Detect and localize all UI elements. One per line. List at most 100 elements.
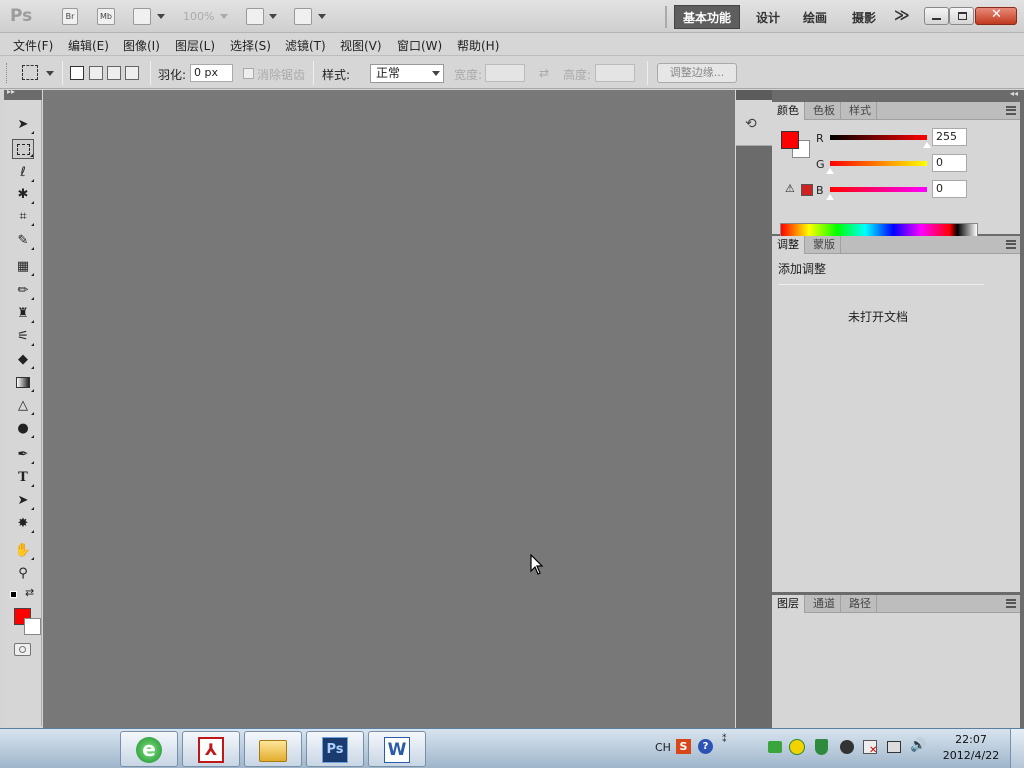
tab-paths[interactable]: 路径 [844,595,877,613]
volume-icon[interactable]: 🔊 [910,738,926,753]
view-extras-dropdown-icon[interactable] [157,14,165,19]
quick-mask-icon[interactable] [14,643,31,656]
zoom-tool-icon[interactable]: ⚲ [12,564,34,584]
new-selection-icon[interactable] [70,66,84,80]
swap-colors-icon[interactable]: ⇄ [25,586,34,599]
default-colors-icon[interactable] [10,591,17,598]
path-selection-tool-icon[interactable]: ➤ [12,491,34,511]
style-select[interactable]: 正常 [370,64,444,83]
internet-explorer-taskbar-button[interactable]: e [120,731,178,767]
security-tray-icon[interactable] [789,739,805,755]
sogou-ime-icon[interactable]: S [676,739,691,754]
shield-tray-icon[interactable] [815,739,828,755]
height-input[interactable] [595,64,635,82]
show-desktop-button[interactable] [1010,729,1024,768]
input-language-indicator[interactable]: CH [655,741,671,754]
panel-menu-icon[interactable] [1006,240,1016,249]
clone-stamp-tool-icon[interactable]: ♜ [12,304,34,324]
tab-color[interactable]: 颜色 [772,102,805,120]
collapse-tools-icon[interactable]: ▸▸ [7,87,15,96]
acrobat-taskbar-button[interactable]: ⅄ [182,731,240,767]
bridge-button[interactable]: Br [62,8,78,25]
hand-tool-icon[interactable]: ✋ [12,541,34,561]
ime-options-icon[interactable]: ⁑ [722,735,727,745]
channel-r-slider[interactable] [830,135,927,140]
mini-bridge-button[interactable]: Mb [97,8,115,25]
panel-menu-icon[interactable] [1006,599,1016,608]
color-spectrum-bar[interactable] [780,223,978,237]
menu-layer[interactable]: 图层(L) [175,37,215,54]
media-tray-icon[interactable] [840,740,854,754]
background-color-swatch[interactable] [24,618,41,635]
move-tool-icon[interactable]: ➤ [12,115,34,135]
workspace-painting[interactable]: 绘画 [803,9,827,26]
channel-g-thumb[interactable] [826,168,834,174]
zoom-dropdown-icon[interactable] [220,14,228,19]
channel-g-input[interactable]: 0 [932,154,967,172]
intersect-selection-icon[interactable] [125,66,139,80]
network-tray-icon[interactable] [887,741,901,753]
menu-edit[interactable]: 编辑(E) [68,37,109,54]
tab-adjustments[interactable]: 调整 [772,236,805,254]
menu-view[interactable]: 视图(V) [340,37,382,54]
menu-image[interactable]: 图像(I) [123,37,160,54]
custom-shape-tool-icon[interactable]: ✸ [12,514,34,534]
tools-panel-header[interactable]: ▸▸ [4,87,42,100]
spot-healing-tool-icon[interactable]: ▦ [12,257,34,277]
gamut-color-swatch[interactable] [801,184,813,196]
gradient-tool-icon[interactable] [12,373,34,393]
marquee-preset-icon[interactable] [22,65,38,80]
restore-button[interactable] [949,7,974,25]
collapse-panels-icon[interactable]: ◂◂ [1010,89,1018,98]
tab-layers[interactable]: 图层 [772,595,805,613]
color-panel-foreground-swatch[interactable] [781,131,799,149]
zoom-level[interactable]: 100% [183,10,214,23]
tab-styles[interactable]: 样式 [844,102,877,120]
menu-window[interactable]: 窗口(W) [397,37,442,54]
document-canvas-area[interactable] [43,90,735,728]
add-selection-icon[interactable] [89,66,103,80]
pen-tool-icon[interactable]: ✒ [12,445,34,465]
channel-b-slider[interactable] [830,187,927,192]
photoshop-taskbar-button[interactable]: Ps [306,731,364,767]
channel-r-input[interactable]: 255 [932,128,967,146]
workspace-design[interactable]: 设计 [756,9,780,26]
channel-b-thumb[interactable] [826,194,834,200]
screen-mode-dropdown-icon[interactable] [318,14,326,19]
workspace-essentials[interactable]: 基本功能 [674,5,740,29]
width-input[interactable] [485,64,525,82]
history-panel-icon[interactable]: ⟲ [745,116,757,132]
menu-filter[interactable]: 滤镜(T) [285,37,326,54]
tab-swatches[interactable]: 色板 [808,102,841,120]
brush-tool-icon[interactable]: ✏ [12,281,34,301]
dodge-tool-icon[interactable]: ● [12,419,34,439]
eraser-tool-icon[interactable]: ◆ [12,350,34,370]
menu-help[interactable]: 帮助(H) [457,37,499,54]
explorer-taskbar-button[interactable] [244,731,302,767]
tab-masks[interactable]: 蒙版 [808,236,841,254]
history-brush-tool-icon[interactable]: ⚟ [12,327,34,347]
word-taskbar-button[interactable]: W [368,731,426,767]
eyedropper-tool-icon[interactable]: ✎ [12,231,34,251]
more-workspaces-icon[interactable]: ≫ [894,6,910,24]
tab-channels[interactable]: 通道 [808,595,841,613]
menu-select[interactable]: 选择(S) [230,37,271,54]
screen-mode-icon[interactable] [294,8,312,25]
options-bar-grip[interactable] [6,63,9,83]
quick-selection-tool-icon[interactable]: ✱ [12,185,34,205]
arrange-documents-icon[interactable] [246,8,264,25]
view-extras-icon[interactable] [133,8,151,25]
ime-help-icon[interactable]: ? [698,739,713,754]
out-of-gamut-warning-icon[interactable]: ⚠ [785,182,795,195]
rectangular-marquee-tool-icon[interactable] [12,139,34,159]
workspace-photography[interactable]: 摄影 [852,9,876,26]
system-clock[interactable]: 22:07 2012/4/22 [940,732,1002,764]
tool-preset-dropdown-icon[interactable] [46,71,54,76]
type-tool-icon[interactable]: T [12,468,34,488]
channel-r-thumb[interactable] [923,142,931,148]
menu-file[interactable]: 文件(F) [13,37,53,54]
nvidia-tray-icon[interactable] [768,741,782,753]
dock-header[interactable] [736,90,772,100]
channel-g-slider[interactable] [830,161,927,166]
action-center-flag-icon[interactable]: ✕ [863,740,877,756]
